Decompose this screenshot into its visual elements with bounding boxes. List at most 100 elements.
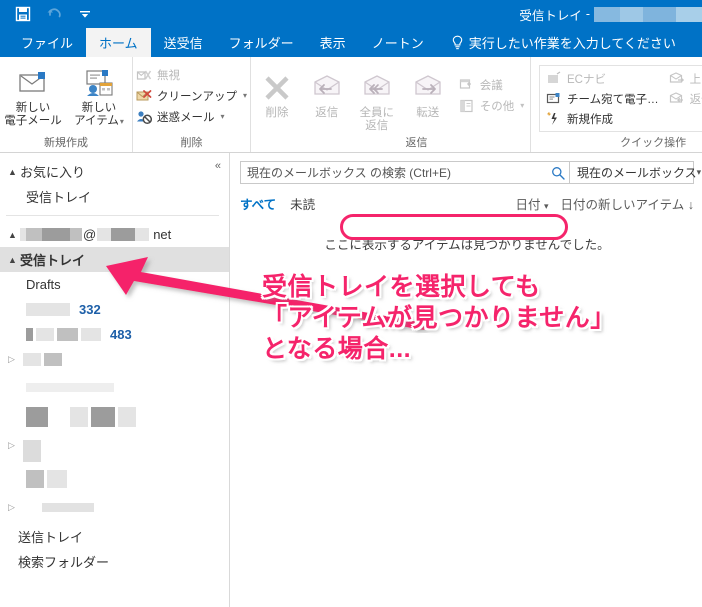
tell-me-search[interactable]: 実行したい作業を入力してください [437,28,686,57]
message-list-pane: 現在のメールボックス の検索 (Ctrl+E) 現在のメールボックス ▾ すべて… [230,153,702,607]
tab-send-receive[interactable]: 送受信 [151,28,216,57]
folder-item-redacted-c[interactable] [0,402,229,432]
reply-all-button[interactable]: 全員に 返信 [351,69,403,133]
main-area: « ▲ お気に入り 受信トレイ ▲ @ net ▲ 受信トレイ Drafts 3… [0,153,702,607]
redacted-folder-name [26,407,48,427]
lightbulb-icon [451,35,464,50]
tab-file[interactable]: ファイル [8,28,86,57]
ribbon-tab-strip: ファイル ホーム 送受信 フォルダー 表示 ノートン 実行したい作業を入力してく… [0,28,702,57]
search-input-placeholder: 現在のメールボックス の検索 (Ctrl+E) [247,166,451,180]
quick-step-reply-and-delete[interactable]: 返信して削除 [667,89,702,108]
search-scope-dropdown[interactable]: 現在のメールボックス ▾ [570,161,701,184]
triangle-expanded-icon: ▲ [8,229,17,240]
chevron-down-icon[interactable]: ▾ [243,91,247,100]
ignore-label: 無視 [157,69,181,82]
redacted-text-block [111,228,136,241]
search-input[interactable]: 現在のメールボックス の検索 (Ctrl+E) [240,161,570,184]
folder-item-redacted-e[interactable] [0,468,229,490]
undo-icon[interactable] [45,5,63,23]
quick-step-ecnavi[interactable]: ECナビ [544,69,665,88]
save-icon[interactable] [14,5,32,23]
sort-order-toggle[interactable]: 日付の新しいアイテム ↓ [561,194,695,213]
new-mail-icon [17,67,49,99]
folder-item-search-folders-label: 検索フォルダー [18,555,110,570]
triangle-expanded-icon: ▲ [8,254,17,265]
chevron-down-icon[interactable]: ▾ [697,167,702,178]
meeting-icon [459,77,475,93]
chevron-down-icon[interactable]: ▾ [120,117,124,126]
search-icon[interactable] [551,166,565,180]
ribbon-body: 新しい 電子メール 新しい アイテム▾ 新規作成 無視 クリーンアップ ▾ 迷惑… [0,57,702,153]
triangle-collapsed-icon[interactable]: ▷ [8,354,20,365]
ribbon-group-new: 新しい 電子メール 新しい アイテム▾ 新規作成 [0,57,133,152]
folder-item-redacted-d[interactable]: ▷ [0,432,229,468]
new-items-button[interactable]: 新しい アイテム▾ [66,64,132,128]
reply-button[interactable]: 返信 [303,69,351,120]
delete-button[interactable]: 削除 [251,69,303,120]
empty-list-message: ここに表示するアイテムは見つかりませんでした。 [324,238,610,252]
forward-icon [412,72,444,104]
collapse-pane-icon[interactable]: « [215,160,221,172]
folder-item-search-folders[interactable]: 検索フォルダー [0,549,229,574]
qat-dropdown-icon[interactable] [76,5,94,23]
filter-tab-unread[interactable]: 未読 [290,194,315,213]
quick-step-forward-to-boss[interactable]: 上司に転送 [667,69,702,88]
folder-item-inbox[interactable]: ▲ 受信トレイ [0,247,229,272]
tab-view[interactable]: 表示 [307,28,359,57]
forward-button[interactable]: 転送 [403,69,453,120]
quick-step-forward-to-boss-label: 上司に転送 [689,73,702,86]
folder-item-outbox[interactable]: 送信トレイ [0,524,229,549]
ignore-button[interactable]: 無視 [136,65,247,84]
delete-x-icon [261,72,293,104]
redacted-title-block [594,6,620,22]
filter-tab-all[interactable]: すべて [240,194,276,213]
more-button[interactable]: その他 ▾ [459,96,524,115]
redacted-text-block [70,228,82,241]
tab-norton[interactable]: ノートン [359,28,437,57]
ribbon-group-label-delete: 削除 [180,137,203,149]
tab-folder[interactable]: フォルダー [216,28,307,57]
quick-step-ecnavi-label: ECナビ [567,73,606,86]
quick-step-team-email[interactable]: チーム宛て電子… [544,89,665,108]
reply-label: 返信 [315,107,339,119]
chevron-down-icon[interactable]: ▾ [221,112,225,121]
redacted-folder-name [44,353,62,366]
folder-item-redacted-332[interactable]: 332 [0,297,229,322]
favorite-item-inbox[interactable]: 受信トレイ [0,184,229,209]
account-row[interactable]: ▲ @ net [0,222,229,247]
window-title: 受信トレイ - [519,0,702,28]
new-email-button[interactable]: 新しい 電子メール [0,64,66,128]
sort-arrow-down-icon: ↓ [687,197,694,212]
folder-item-redacted-a[interactable]: ▷ [0,347,229,372]
triangle-collapsed-icon[interactable]: ▷ [8,502,20,513]
redacted-text-block [26,228,42,241]
cleanup-label: クリーンアップ [157,90,237,103]
new-email-label-line2: 電子メール [4,115,62,127]
redacted-folder-name [70,407,88,427]
redacted-folder-name [57,328,78,341]
redacted-folder-name [26,328,33,341]
title-bar: 受信トレイ - [0,0,702,28]
quick-step-new[interactable]: 新規作成 [544,109,665,128]
meeting-button[interactable]: 会議 [459,75,525,94]
chevron-down-icon[interactable]: ▾ [520,101,524,110]
triangle-collapsed-icon[interactable]: ▷ [8,440,20,451]
junk-mail-button[interactable]: 迷惑メール ▾ [136,107,247,126]
sort-field-label: 日付 [515,197,541,212]
cleanup-button[interactable]: クリーンアップ ▾ [136,86,247,105]
redacted-folder-name [26,303,70,316]
ribbon-delete-button-col: 削除 [251,57,303,152]
triangle-expanded-icon: ▲ [8,166,17,177]
folder-item-drafts[interactable]: Drafts [0,272,229,297]
sort-field-dropdown[interactable]: 日付 ▾ [515,194,548,213]
folder-item-redacted-f[interactable]: ▷ [0,490,229,524]
quickstep-new-icon [546,111,562,127]
favorites-header[interactable]: ▲ お気に入り [0,159,229,184]
quick-steps-column-1: ECナビ チーム宛て電子… 新規作成 [544,69,665,128]
folder-item-redacted-483[interactable]: 483 [0,322,229,347]
folder-pane-divider [6,215,219,216]
tab-home[interactable]: ホーム [86,28,151,57]
ribbon-group-label-quick-steps: クイック操作 [620,137,687,149]
folder-item-redacted-b[interactable] [0,372,229,402]
redacted-title-block [643,6,676,22]
